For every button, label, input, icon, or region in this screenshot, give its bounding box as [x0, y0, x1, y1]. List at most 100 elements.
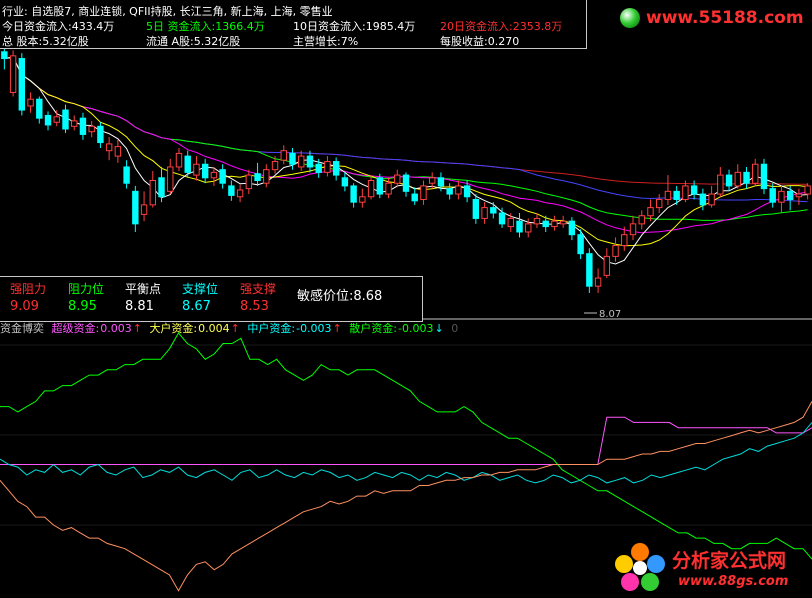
candle: [655, 194, 663, 214]
candle: [446, 183, 453, 200]
watermark-bottom-url: www.88gs.com: [678, 574, 789, 589]
candle: [752, 158, 759, 186]
candle: [394, 169, 401, 188]
candle: [44, 111, 52, 131]
candle: [306, 150, 314, 173]
ma120-line: [4, 56, 808, 185]
candle: [551, 215, 558, 231]
candle: [743, 166, 750, 189]
candle: [376, 173, 384, 199]
price-levels-panel: 强阻力 9.09 阻力位 8.95 平衡点 8.81 支撑位 8.67 强支撑 …: [0, 276, 423, 322]
strong-support-label: 强支撑: [240, 282, 277, 296]
resistance-value: 8.95: [68, 299, 97, 314]
candle: [27, 92, 34, 113]
large-capital-label: 大户资金:: [149, 322, 198, 335]
candle: [367, 175, 375, 200]
candle: [603, 248, 611, 279]
candle: [490, 202, 497, 219]
watermark-bottom-cn: 分析家公式网: [672, 550, 787, 572]
super-capital-arrow-icon: ↑: [132, 322, 142, 335]
candle: [734, 164, 741, 189]
candle: [708, 185, 715, 208]
flow-title: 资金博奕: [0, 322, 44, 335]
candle: [236, 184, 244, 203]
balance-value: 8.81: [125, 299, 154, 314]
candle: [53, 110, 60, 127]
capital-flow-header: 资金博奕 超级资金:0.003↑ 大户资金:0.004↑ 中户资金:-0.003…: [0, 320, 459, 336]
candle: [786, 185, 794, 211]
candle: [149, 171, 157, 208]
candle: [664, 175, 672, 205]
flow-tail-value: 0: [451, 322, 459, 335]
candle: [568, 217, 576, 241]
candle: [411, 187, 418, 205]
candle: [280, 145, 287, 165]
candle: [350, 183, 357, 208]
candle: [725, 169, 733, 192]
strong-support-value: 8.53: [240, 299, 269, 314]
candle: [71, 115, 78, 131]
candle: [219, 164, 226, 189]
candle: [455, 180, 462, 200]
flow-series-line-1: [0, 416, 812, 465]
candle: [795, 188, 803, 205]
candle: [341, 172, 349, 192]
flow-series-line-2: [0, 422, 812, 484]
candle: [62, 104, 69, 134]
super-capital-value: 0.003: [100, 322, 132, 335]
revenue-growth: 主营增长:7%: [293, 35, 359, 48]
candle: [175, 147, 183, 172]
medium-capital-value: -0.003: [296, 322, 332, 335]
candle: [167, 158, 174, 195]
candle: [559, 215, 567, 228]
candle: [97, 122, 104, 148]
large-capital-value: 0.004: [198, 322, 230, 335]
retail-capital-value: -0.003: [398, 322, 434, 335]
candle: [88, 120, 95, 138]
candle: [359, 188, 366, 208]
candle: [201, 158, 209, 184]
candle: [1, 47, 8, 70]
sensitive-price: 敏感价位:8.68: [297, 289, 383, 304]
strong-resistance-label: 强阻力: [10, 282, 47, 296]
candle: [79, 112, 87, 140]
support-value: 8.67: [182, 299, 211, 314]
candle: [245, 169, 253, 195]
candle: [638, 210, 645, 230]
candle: [804, 183, 811, 200]
candle: [114, 139, 122, 163]
candle: [516, 213, 523, 238]
candle: [36, 96, 43, 124]
strong-resistance-value: 9.09: [10, 299, 39, 314]
stock-info-panel: 行业: 自选股7, 商业连锁, QFII持股, 长江三角, 新上海, 上海, 零…: [0, 0, 587, 49]
super-capital-label: 超级资金:: [51, 322, 100, 335]
candle: [9, 50, 17, 97]
retail-capital-arrow-icon: ↓: [434, 322, 444, 335]
candle: [332, 157, 340, 181]
total-shares: 总 股本:5.32亿股: [2, 35, 89, 48]
candle: [402, 172, 410, 197]
support-label: 支撑位: [182, 282, 219, 296]
candle: [673, 185, 680, 205]
candle: [533, 213, 541, 228]
candle: [324, 156, 331, 177]
candle: [778, 185, 785, 214]
candle: [123, 160, 130, 189]
candle: [629, 215, 637, 241]
flow-10day: 10日资金流入:1985.4万: [293, 20, 416, 33]
candle: [289, 147, 296, 170]
float-a-shares: 流通 A股:5.32亿股: [146, 35, 241, 48]
candle: [254, 162, 261, 186]
watermark-top: www.55188.com: [620, 8, 804, 28]
flow-5day: 5日 资金流入:1366.4万: [146, 20, 265, 33]
candle: [420, 180, 427, 205]
candle: [140, 191, 148, 222]
candle: [586, 248, 593, 293]
flow-grid: [0, 344, 812, 526]
large-capital-arrow-icon: ↑: [230, 322, 240, 335]
candle: [132, 185, 139, 232]
flow-20day: 20日资金流入:2353.8万: [440, 20, 563, 33]
candle: [472, 194, 480, 224]
candle: [158, 166, 165, 203]
candle: [298, 150, 305, 172]
